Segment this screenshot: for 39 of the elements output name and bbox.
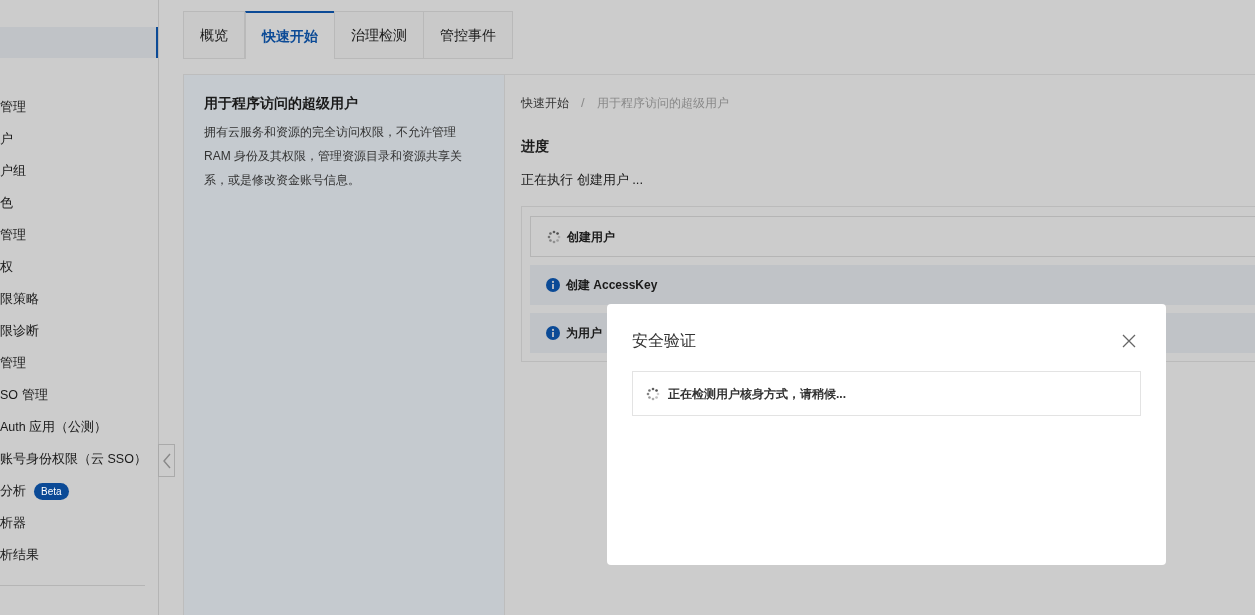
close-button[interactable] <box>1122 334 1136 348</box>
tab[interactable]: 治理检测 <box>334 11 424 59</box>
sidebar-item[interactable]: 户组 <box>0 161 26 181</box>
verification-message: 正在检测用户核身方式，请稍候... <box>668 385 846 403</box>
sidebar-item[interactable]: 限策略 <box>0 289 39 309</box>
progress-heading: 进度 <box>521 136 550 156</box>
info-icon <box>546 278 560 292</box>
loading-spinner-icon <box>547 229 561 244</box>
sidebar-item[interactable]: SO 管理 <box>0 385 48 405</box>
sidebar-item[interactable]: 户 <box>0 129 13 149</box>
template-title: 用于程序访问的超级用户 <box>204 94 359 113</box>
template-description: 拥有云服务和资源的完全访问权限，不允许管理 RAM 身份及其权限，管理资源目录和资源共享关系，或是修改资金账号信息。 <box>204 124 463 189</box>
sidebar-item[interactable]: 限诊断 <box>0 321 39 341</box>
tab[interactable]: 概览 <box>183 11 245 59</box>
breadcrumb-item[interactable]: 快速开始 <box>521 93 569 112</box>
step-label: 创建用户 <box>567 228 615 246</box>
beta-badge: Beta <box>34 482 69 500</box>
progress-status: 正在执行 创建用户 ... <box>521 170 645 189</box>
step-label: 为用户 <box>566 325 602 342</box>
loading-spinner-icon <box>646 386 660 401</box>
breadcrumb-item: 用于程序访问的超级用户 <box>596 94 729 112</box>
close-icon <box>1122 334 1136 348</box>
sidebar-item[interactable]: 析结果 <box>0 545 39 565</box>
info-icon <box>546 326 560 340</box>
step-label: 创建 AccessKey <box>566 277 658 294</box>
sidebar-item[interactable]: 管理 <box>0 97 26 117</box>
sidebar-item[interactable]: 管理 <box>0 353 26 373</box>
chevron-left-icon <box>162 452 171 469</box>
sidebar-item[interactable]: 色 <box>0 193 13 213</box>
sidebar-item[interactable]: 账号身份权限（云 SSO） <box>0 449 147 469</box>
sidebar-item[interactable]: 管理 <box>0 225 26 245</box>
dialog-title: 安全验证 <box>632 331 696 351</box>
sidebar-item[interactable]: 分析 <box>0 481 26 501</box>
tab[interactable]: 管控事件 <box>423 11 513 59</box>
sidebar-item[interactable]: 析器 <box>0 513 26 533</box>
tab[interactable]: 快速开始 <box>245 11 335 59</box>
sidebar-item[interactable]: Auth 应用（公测） <box>0 417 108 437</box>
sidebar-item[interactable]: 权 <box>0 257 13 277</box>
breadcrumb-separator: / <box>581 94 585 112</box>
